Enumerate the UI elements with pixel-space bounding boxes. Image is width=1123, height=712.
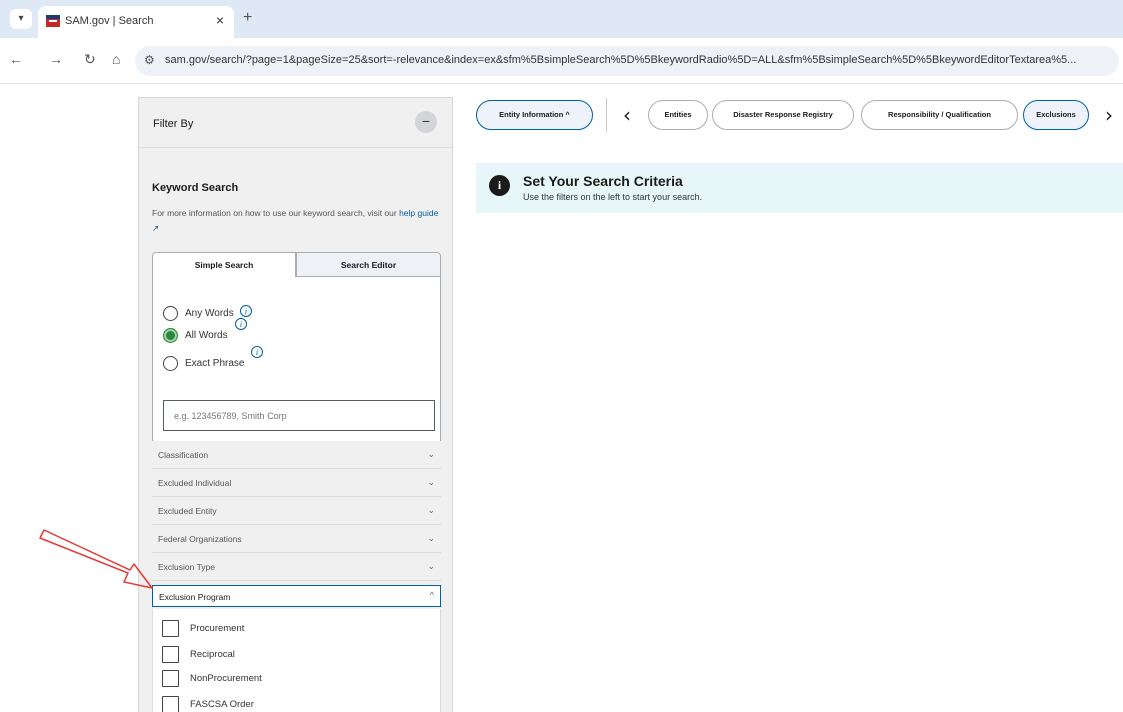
checkbox-label[interactable]: Procurement (190, 623, 244, 634)
keyword-search-description: For more information on how to use our k… (152, 206, 444, 236)
radio-button[interactable] (163, 306, 178, 321)
info-icon: i (489, 175, 510, 196)
pill-separator (606, 98, 607, 132)
pill-exclusions[interactable]: Exclusions (1023, 100, 1089, 130)
close-icon[interactable]: × (216, 12, 224, 28)
filter-sidebar: Filter By − Keyword Search For more info… (138, 97, 453, 712)
exclusion-program-options: Procurement Reciprocal NonProcurement FA… (152, 609, 441, 712)
accordion-excluded-entity[interactable]: Excluded Entity ⌄ (152, 497, 441, 525)
collapse-filters-button[interactable]: − (415, 111, 437, 133)
external-link-icon[interactable]: ↗ (152, 223, 159, 233)
alert-title: Set Your Search Criteria (523, 173, 683, 189)
reload-icon[interactable]: ↻ (84, 51, 96, 68)
accordion-exclusion-type[interactable]: Exclusion Type ⌄ (152, 553, 441, 581)
keyword-search-title: Keyword Search (152, 182, 239, 194)
tab-title: SAM.gov | Search (65, 15, 154, 27)
accordion-label[interactable]: Federal Organizations (158, 534, 242, 544)
description-text: For more information on how to use our k… (152, 208, 400, 218)
sam-logo-icon (46, 15, 60, 27)
accordion-label[interactable]: Classification (158, 450, 208, 460)
pill-disaster-response-registry[interactable]: Disaster Response Registry (712, 100, 854, 130)
chevron-down-icon[interactable]: ⌄ (427, 533, 435, 544)
address-bar-row: ← → ↻ ⌂ ⚙ sam.gov/search/?page=1&pageSiz… (0, 38, 1123, 84)
simple-search-panel: Any Words i All Words i Exact Phrase i (152, 277, 441, 441)
keyword-search-input[interactable] (163, 400, 435, 431)
pill-responsibility-qualification[interactable]: Responsibility / Qualification (861, 100, 1018, 130)
checkbox[interactable] (162, 696, 179, 712)
tab-search-editor[interactable]: Search Editor (296, 252, 441, 277)
radio-button[interactable] (163, 356, 178, 371)
info-icon[interactable]: i (235, 318, 247, 330)
browser-tab-strip: ▾ SAM.gov | Search × + (0, 0, 1123, 38)
chevron-down-icon[interactable]: ⌄ (427, 505, 435, 516)
chevron-left-icon[interactable]: ‹ (623, 103, 631, 127)
keyword-tabs: Simple Search Search Editor (152, 252, 441, 277)
filter-header: Filter By − (139, 98, 452, 148)
checkbox-label[interactable]: NonProcurement (190, 673, 262, 684)
accordion-classification[interactable]: Classification ⌄ (152, 441, 441, 469)
info-icon[interactable]: i (240, 305, 252, 317)
checkbox-label[interactable]: FASCSA Order (190, 699, 254, 710)
site-settings-icon[interactable]: ⚙ (144, 53, 155, 67)
info-icon[interactable]: i (251, 346, 263, 358)
radio-button-selected[interactable] (163, 328, 178, 343)
keyword-input-field[interactable] (164, 401, 434, 430)
pill-entity-information[interactable]: Entity Information ^ (476, 100, 593, 130)
accordion-federal-organizations[interactable]: Federal Organizations ⌄ (152, 525, 441, 553)
checkbox[interactable] (162, 670, 179, 687)
accordion-label[interactable]: Exclusion Type (158, 562, 215, 572)
accordion-label[interactable]: Exclusion Program (159, 592, 230, 602)
chevron-right-icon[interactable]: › (1105, 103, 1113, 127)
chevron-down-icon[interactable]: ⌄ (427, 449, 435, 460)
chevron-up-icon[interactable]: ^ (430, 590, 434, 600)
chevron-down-icon[interactable]: ▾ (10, 9, 32, 29)
browser-tab[interactable]: SAM.gov | Search × (38, 6, 234, 38)
pill-entities[interactable]: Entities (648, 100, 708, 130)
checkbox-label[interactable]: Reciprocal (190, 649, 235, 660)
radio-label[interactable]: All Words (185, 330, 228, 341)
help-guide-label[interactable]: help guide (399, 208, 438, 218)
annotation-arrow-icon (39, 529, 153, 589)
checkbox[interactable] (162, 646, 179, 663)
new-tab-button[interactable]: + (243, 9, 252, 27)
chevron-down-icon[interactable]: ⌄ (427, 561, 435, 572)
back-icon[interactable]: ← (9, 51, 23, 67)
accordion-exclusion-program[interactable]: Exclusion Program ^ (152, 585, 441, 607)
alert-body: Use the filters on the left to start you… (523, 192, 703, 202)
chevron-down-icon[interactable]: ⌄ (427, 477, 435, 488)
home-icon[interactable]: ⌂ (112, 51, 120, 67)
accordion-label[interactable]: Excluded Individual (158, 478, 231, 488)
url-text[interactable]: sam.gov/search/?page=1&pageSize=25&sort=… (165, 54, 1113, 66)
url-field[interactable]: ⚙ sam.gov/search/?page=1&pageSize=25&sor… (135, 46, 1119, 76)
filter-title: Filter By (153, 118, 194, 130)
accordion-label[interactable]: Excluded Entity (158, 506, 217, 516)
tab-simple-search[interactable]: Simple Search (152, 252, 296, 277)
search-criteria-alert: i Set Your Search Criteria Use the filte… (476, 163, 1123, 213)
accordion-excluded-individual[interactable]: Excluded Individual ⌄ (152, 469, 441, 497)
radio-label[interactable]: Any Words (185, 308, 234, 319)
checkbox[interactable] (162, 620, 179, 637)
forward-icon[interactable]: → (49, 51, 63, 67)
radio-label[interactable]: Exact Phrase (185, 358, 244, 369)
